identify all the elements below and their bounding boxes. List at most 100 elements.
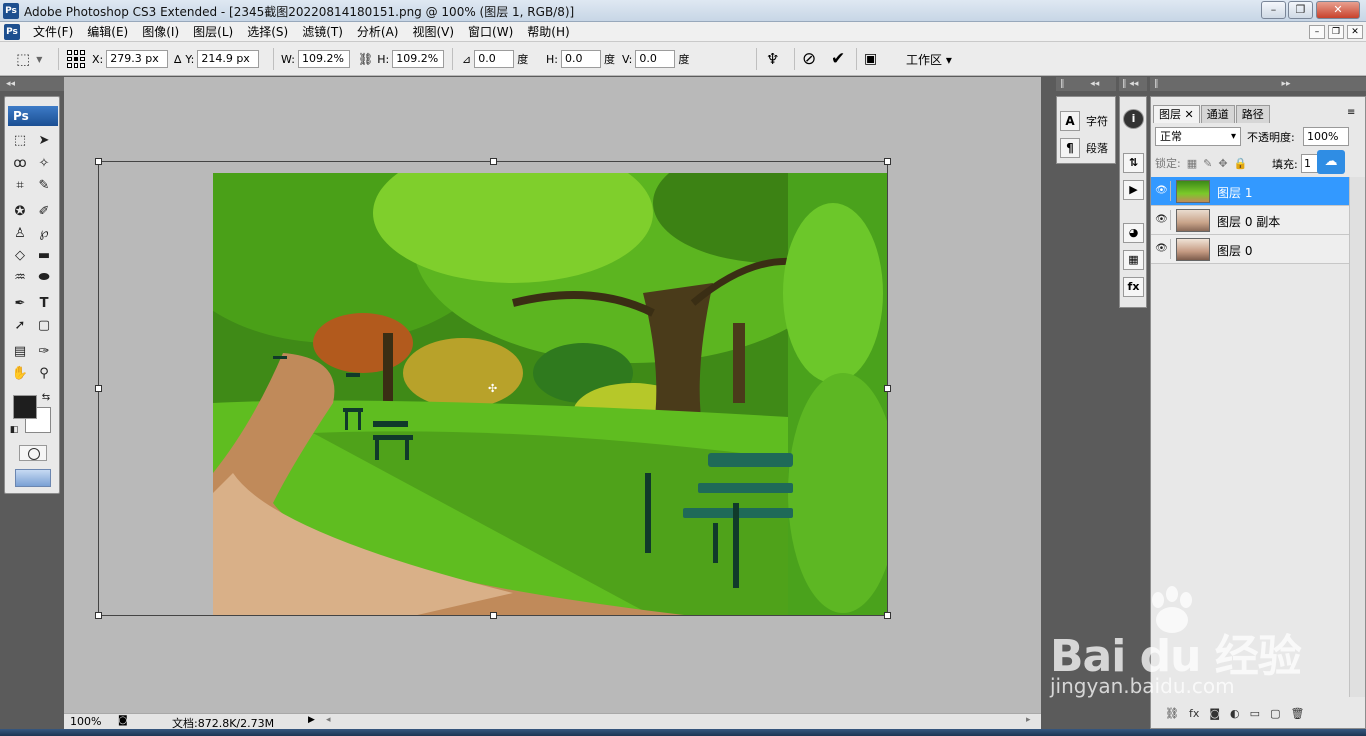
lock-position-icon[interactable]: ✥ — [1218, 157, 1227, 170]
workspace-menu[interactable]: 工作区 ▾ — [906, 42, 952, 76]
transform-handle-bottom-left[interactable] — [95, 612, 102, 619]
slice-tool-icon[interactable]: ✎ — [34, 177, 54, 195]
path-selection-tool-icon[interactable]: ➚ — [10, 317, 30, 335]
transform-handle-top-right[interactable] — [884, 158, 891, 165]
blur-tool-icon[interactable]: ♒ — [10, 269, 30, 287]
status-menu-arrow-icon[interactable]: ▶ — [308, 715, 315, 725]
layer-row[interactable]: 👁 图层 0 — [1151, 235, 1349, 264]
eraser-tool-icon[interactable]: ◇ — [10, 247, 30, 265]
toolbox-collapse-strip[interactable]: ◂◂ — [0, 77, 64, 91]
lock-transparency-icon[interactable]: ▦ — [1187, 157, 1197, 170]
visibility-eye-icon[interactable]: 👁 — [1153, 210, 1171, 230]
clone-stamp-tool-icon[interactable]: ♙ — [10, 225, 30, 243]
paragraph-button[interactable]: ¶ 段落 — [1060, 136, 1114, 160]
menu-help[interactable]: 帮助(H) — [520, 24, 576, 40]
zoom-tool-icon[interactable]: ⚲ — [34, 365, 54, 383]
character-button[interactable]: A 字符 — [1060, 109, 1114, 133]
shape-tool-icon[interactable]: ▢ — [34, 317, 54, 335]
transform-handle-right[interactable] — [884, 385, 891, 392]
marquee-tool-icon[interactable]: ⬚ — [10, 132, 30, 150]
warp-mode-icon[interactable]: ♆ — [766, 42, 779, 76]
menu-filter[interactable]: 滤镜(T) — [295, 24, 350, 40]
transform-center-icon[interactable]: ✣ — [488, 382, 497, 395]
icon-dock-strip[interactable]: ‖ ◂◂ — [1119, 77, 1147, 91]
zoom-level[interactable]: 100% — [70, 715, 101, 728]
transform-handle-top-left[interactable] — [95, 158, 102, 165]
height-input[interactable]: 109.2% — [392, 50, 445, 68]
screen-mode-button[interactable] — [15, 469, 51, 487]
menu-analysis[interactable]: 分析(A) — [350, 24, 406, 40]
foreground-color-swatch[interactable] — [13, 395, 37, 419]
info-icon[interactable]: i — [1123, 109, 1144, 129]
visibility-eye-icon[interactable]: 👁 — [1153, 239, 1171, 259]
color-palette-icon[interactable]: ◕ — [1123, 223, 1144, 243]
menu-select[interactable]: 选择(S) — [240, 24, 295, 40]
type-tool-icon[interactable]: T — [34, 295, 54, 313]
menu-edit[interactable]: 编辑(E) — [80, 24, 135, 40]
history-icon[interactable]: ⇅ — [1123, 153, 1144, 173]
menu-view[interactable]: 视图(V) — [405, 24, 461, 40]
doc-close-button[interactable]: ✕ — [1347, 25, 1363, 39]
move-tool-icon[interactable]: ➤ — [34, 132, 54, 150]
hand-tool-icon[interactable]: ✋ — [10, 365, 30, 383]
scroll-right-icon[interactable]: ▸ — [1026, 715, 1031, 725]
swap-colors-icon[interactable]: ⇆ — [39, 389, 53, 407]
pen-tool-icon[interactable]: ✒ — [10, 295, 30, 313]
panel-menu-icon[interactable]: ≡ — [1347, 107, 1355, 118]
crop-tool-icon[interactable]: ⌗ — [10, 177, 30, 195]
menu-image[interactable]: 图像(I) — [135, 24, 186, 40]
quick-mask-button[interactable] — [19, 445, 47, 461]
status-info-icon[interactable]: ◙ — [118, 715, 128, 726]
cloud-sync-icon[interactable]: ☁ — [1317, 150, 1345, 174]
commit-transform-icon[interactable]: ✔ — [831, 42, 845, 76]
reference-point-locator[interactable] — [67, 42, 85, 76]
transform-handle-bottom[interactable] — [490, 612, 497, 619]
opacity-input[interactable]: 100% — [1303, 127, 1349, 146]
tab-channels[interactable]: 通道 — [1200, 105, 1235, 123]
styles-icon[interactable]: fx — [1123, 277, 1144, 297]
layer-row[interactable]: 👁 图层 1 — [1151, 177, 1349, 206]
maximize-button[interactable]: ❐ — [1288, 1, 1313, 19]
transform-handle-bottom-right[interactable] — [884, 612, 891, 619]
close-button[interactable]: ✕ — [1316, 1, 1360, 19]
notes-tool-icon[interactable]: ▤ — [10, 343, 30, 361]
layer-row[interactable]: 👁 图层 0 副本 — [1151, 206, 1349, 235]
blend-mode-select[interactable]: 正常 — [1155, 127, 1241, 146]
bridge-icon[interactable]: ▣ — [864, 42, 877, 76]
magic-wand-tool-icon[interactable]: ✧ — [34, 155, 54, 173]
tool-preset-picker[interactable]: ⬚ ▼ — [16, 42, 42, 76]
dodge-tool-icon[interactable]: ⬬ — [34, 269, 54, 287]
tab-paths[interactable]: 路径 — [1235, 105, 1270, 123]
minimize-button[interactable]: – — [1261, 1, 1286, 19]
menu-window[interactable]: 窗口(W) — [461, 24, 520, 40]
brush-tool-icon[interactable]: ✐ — [34, 203, 54, 221]
history-brush-tool-icon[interactable]: ℘ — [34, 225, 54, 243]
x-input[interactable]: 279.3 px — [106, 50, 169, 68]
char-dock-strip[interactable]: ‖ ◂◂ — [1056, 77, 1116, 91]
default-colors-icon[interactable]: ◧ — [7, 421, 21, 439]
menu-layer[interactable]: 图层(L) — [186, 24, 240, 40]
doc-restore-button[interactable]: ❐ — [1328, 25, 1344, 39]
transform-handle-top[interactable] — [490, 158, 497, 165]
layers-dock-strip[interactable]: ‖ ▸▸ — [1150, 77, 1366, 91]
actions-icon[interactable]: ▶ — [1123, 180, 1144, 200]
angle-input[interactable]: 0.0 — [474, 50, 515, 68]
hskew-input[interactable]: 0.0 — [560, 50, 601, 68]
lock-pixels-icon[interactable]: ✎ — [1203, 157, 1212, 170]
swatches-icon[interactable]: ▦ — [1123, 250, 1144, 270]
eyedropper-tool-icon[interactable]: ✑ — [34, 343, 54, 361]
cancel-transform-icon[interactable]: ⊘ — [802, 42, 816, 76]
visibility-eye-icon[interactable]: 👁 — [1153, 181, 1171, 201]
transform-handle-left[interactable] — [95, 385, 102, 392]
lock-all-icon[interactable]: 🔒 — [1234, 157, 1248, 170]
healing-brush-tool-icon[interactable]: ✪ — [10, 203, 30, 221]
scroll-left-icon[interactable]: ◂ — [326, 715, 331, 725]
lasso-tool-icon[interactable]: ꝏ — [10, 155, 30, 173]
vskew-input[interactable]: 0.0 — [635, 50, 676, 68]
gradient-tool-icon[interactable]: ▬ — [34, 247, 54, 265]
tab-layers[interactable]: 图层 ✕ — [1153, 105, 1200, 123]
width-input[interactable]: 109.2% — [297, 50, 350, 68]
doc-minimize-button[interactable]: – — [1309, 25, 1325, 39]
menu-file[interactable]: 文件(F) — [26, 24, 80, 40]
layers-scrollbar[interactable] — [1349, 177, 1365, 697]
